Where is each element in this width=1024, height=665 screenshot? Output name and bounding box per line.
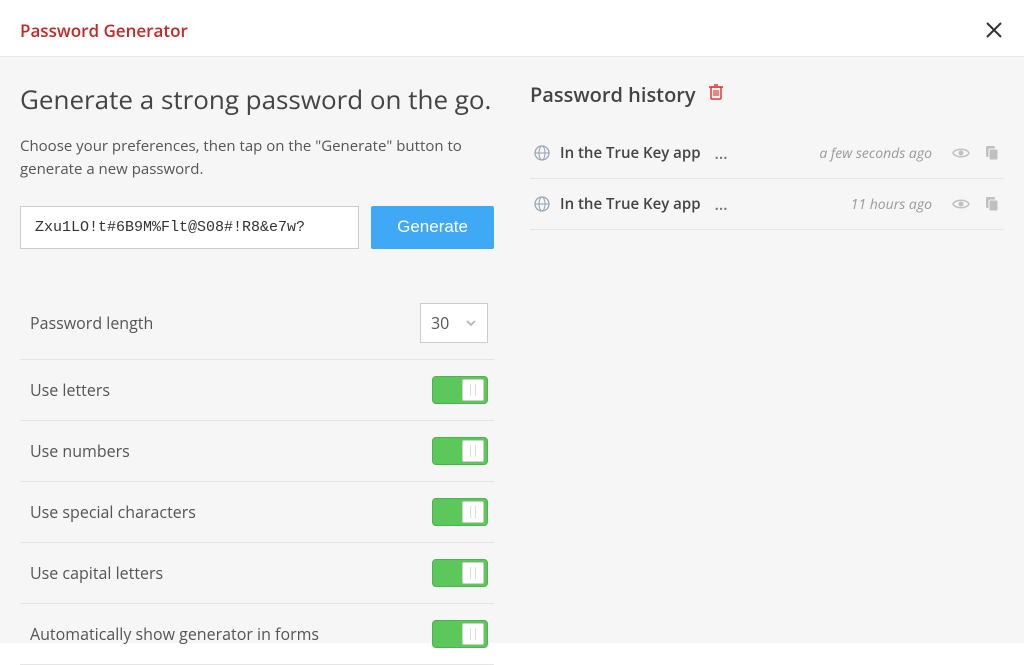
history-panel: Password history In the True Key app … (512, 57, 1024, 643)
globe-icon (534, 196, 550, 212)
history-title: Password history (530, 81, 696, 108)
password-output[interactable] (20, 206, 359, 249)
history-item-label: In the True Key app (560, 143, 701, 163)
option-row-special: Use special characters (20, 482, 494, 543)
history-item-actions (952, 195, 1000, 213)
option-row-numbers: Use numbers (20, 421, 494, 482)
modal-title: Password Generator (20, 19, 188, 42)
copy-button[interactable] (982, 195, 1000, 213)
option-row-autoshow: Automatically show generator in forms (20, 604, 494, 665)
capital-toggle[interactable] (432, 559, 488, 587)
capital-label: Use capital letters (30, 562, 163, 584)
generator-subheading: Choose your preferences, then tap on the… (20, 135, 494, 182)
history-item-label: In the True Key app (560, 194, 701, 214)
chevron-down-icon (465, 317, 477, 329)
special-label: Use special characters (30, 501, 196, 523)
history-item-ellipsis: … (715, 193, 728, 215)
history-item-ellipsis: … (715, 142, 728, 164)
globe-icon (534, 145, 550, 161)
generate-button[interactable]: Generate (371, 206, 494, 249)
history-item: In the True Key app … a few seconds ago (530, 128, 1004, 179)
letters-toggle[interactable] (432, 376, 488, 404)
close-button[interactable] (984, 16, 1004, 44)
history-item-actions (952, 144, 1000, 162)
option-row-letters: Use letters (20, 360, 494, 421)
trash-icon (708, 83, 724, 101)
numbers-toggle[interactable] (432, 437, 488, 465)
history-item-time: 11 hours ago (851, 195, 932, 214)
modal-body: Generate a strong password on the go. Ch… (0, 57, 1024, 643)
numbers-label: Use numbers (30, 440, 130, 462)
history-header: Password history (530, 81, 1004, 108)
length-select[interactable]: 30 (420, 303, 488, 343)
close-icon (984, 20, 1004, 40)
reveal-button[interactable] (952, 195, 970, 213)
modal-header: Password Generator (0, 0, 1024, 57)
generate-row: Generate (20, 206, 494, 249)
special-toggle[interactable] (432, 498, 488, 526)
length-value: 30 (431, 312, 455, 334)
generator-heading: Generate a strong password on the go. (20, 81, 494, 117)
letters-label: Use letters (30, 379, 110, 401)
option-row-capital: Use capital letters (20, 543, 494, 604)
copy-button[interactable] (982, 144, 1000, 162)
autoshow-toggle[interactable] (432, 620, 488, 648)
length-label: Password length (30, 312, 153, 334)
autoshow-label: Automatically show generator in forms (30, 623, 319, 645)
option-row-length: Password length 30 (20, 287, 494, 360)
history-item-time: a few seconds ago (819, 144, 932, 163)
history-item: In the True Key app … 11 hours ago (530, 179, 1004, 230)
generator-panel: Generate a strong password on the go. Ch… (0, 57, 512, 643)
clear-history-button[interactable] (708, 83, 724, 106)
reveal-button[interactable] (952, 144, 970, 162)
